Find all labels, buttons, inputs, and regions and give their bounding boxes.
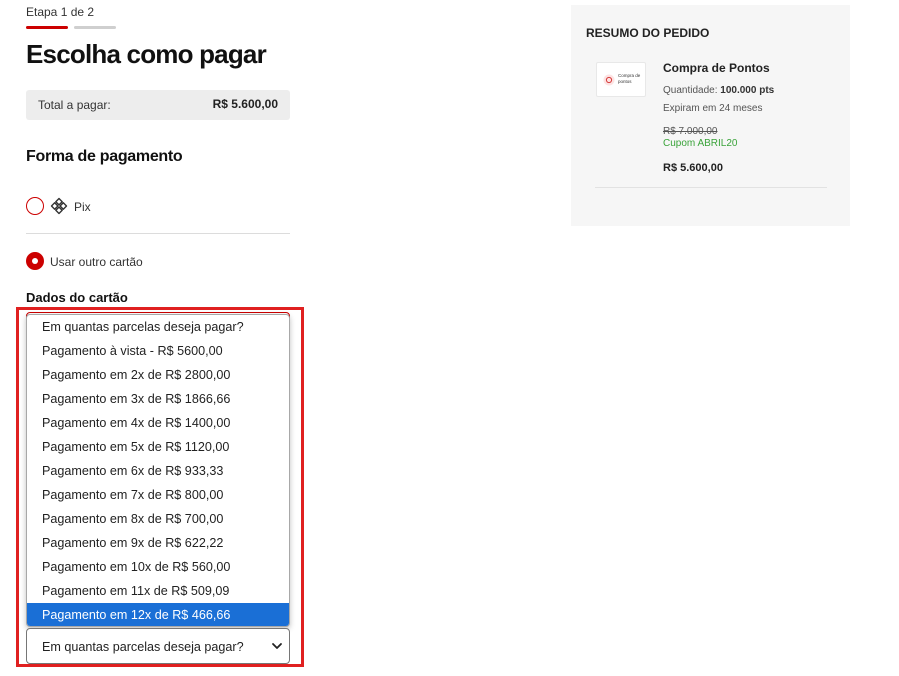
installment-option-highlighted[interactable]: Pagamento em 12x de R$ 466,66 (27, 603, 289, 626)
installment-option[interactable]: Pagamento em 8x de R$ 700,00 (27, 507, 289, 531)
installment-option[interactable]: Pagamento em 3x de R$ 1866,66 (27, 387, 289, 411)
total-box: Total a pagar: R$ 5.600,00 (26, 90, 290, 120)
quantity-label: Quantidade: (663, 85, 718, 96)
summary-title: RESUMO DO PEDIDO (586, 26, 710, 40)
product-expiry: Expiram em 24 meses (663, 103, 763, 114)
installments-select-value: Em quantas parcelas deseja pagar? (42, 640, 244, 654)
product-quantity: Quantidade: 100.000 pts (663, 85, 774, 96)
total-value: R$ 5.600,00 (212, 97, 278, 111)
pix-icon (50, 197, 68, 215)
pix-option-label[interactable]: Pix (74, 200, 91, 214)
installment-option[interactable]: Pagamento à vista - R$ 5600,00 (27, 339, 289, 363)
card-data-title: Dados do cartão (26, 290, 128, 305)
installment-option[interactable]: Pagamento em 5x de R$ 1120,00 (27, 435, 289, 459)
total-label: Total a pagar: (38, 98, 111, 112)
summary-divider (595, 187, 827, 188)
installment-option[interactable]: Pagamento em 6x de R$ 933,33 (27, 459, 289, 483)
payment-divider (26, 233, 290, 234)
product-thumbnail: Compra de pontos (596, 62, 646, 97)
installment-option[interactable]: Pagamento em 9x de R$ 622,22 (27, 531, 289, 555)
installment-option[interactable]: Pagamento em 10x de R$ 560,00 (27, 555, 289, 579)
order-summary: RESUMO DO PEDIDO Compra de pontos Compra… (571, 5, 850, 226)
step-progress (26, 26, 116, 29)
installment-option[interactable]: Pagamento em 11x de R$ 509,09 (27, 579, 289, 603)
product-name: Compra de Pontos (663, 61, 770, 75)
step-bar-pending (74, 26, 116, 29)
points-logo-icon (603, 74, 615, 86)
quantity-value: 100.000 pts (720, 85, 775, 96)
installments-select[interactable]: Em quantas parcelas deseja pagar? (26, 628, 290, 664)
step-bar-completed (26, 26, 68, 29)
coupon-label: Cupom ABRIL20 (663, 138, 738, 149)
other-card-option-label[interactable]: Usar outro cartão (50, 255, 143, 269)
other-card-radio[interactable] (26, 252, 44, 270)
payment-method-title: Forma de pagamento (26, 148, 183, 165)
step-label: Etapa 1 de 2 (26, 5, 95, 19)
chevron-down-icon (272, 643, 282, 649)
page-title: Escolha como pagar (26, 39, 267, 69)
pix-radio[interactable] (26, 197, 44, 215)
installment-option[interactable]: Em quantas parcelas deseja pagar? (27, 315, 289, 339)
installment-option[interactable]: Pagamento em 7x de R$ 800,00 (27, 483, 289, 507)
original-price: R$ 7.000,00 (663, 126, 718, 137)
final-price: R$ 5.600,00 (663, 162, 723, 174)
thumbnail-text: Compra de pontos (618, 73, 641, 84)
installments-dropdown-list[interactable]: Em quantas parcelas deseja pagar? Pagame… (26, 314, 290, 627)
installment-option[interactable]: Pagamento em 4x de R$ 1400,00 (27, 411, 289, 435)
installment-option[interactable]: Pagamento em 2x de R$ 2800,00 (27, 363, 289, 387)
